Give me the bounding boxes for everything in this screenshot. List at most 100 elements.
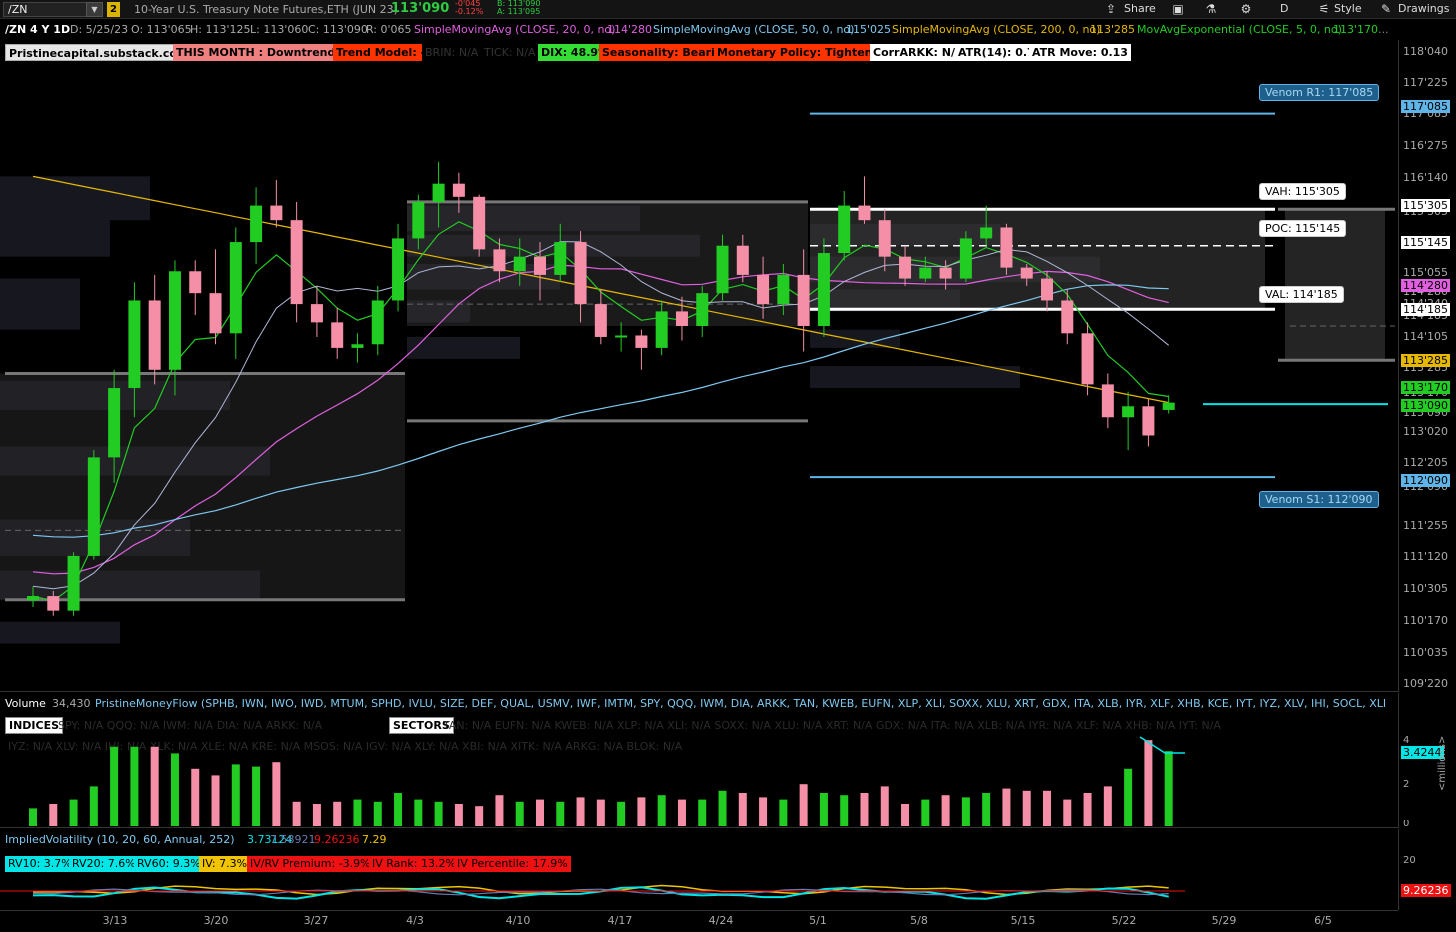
price-scale[interactable]: 118'040 117'225 117'085 116'275 116'140 115'3… xyxy=(1398,40,1456,692)
bar-close: C: 113'090 xyxy=(308,23,368,36)
volume-bar xyxy=(880,786,889,826)
share-icon[interactable]: ⇪ xyxy=(1103,1,1119,17)
volume-bar xyxy=(1022,790,1031,826)
profile-strip xyxy=(0,176,150,221)
candle-body xyxy=(473,196,486,250)
gear-icon[interactable]: ⚙ xyxy=(1238,1,1254,17)
drawings-button[interactable]: Drawings xyxy=(1398,2,1449,15)
candle-body xyxy=(209,293,222,334)
volume-bar xyxy=(738,793,747,826)
sma200-label[interactable]: SimpleMovingAvg (CLOSE, 200, 0, no) xyxy=(892,23,1100,36)
date-tick: 4/17 xyxy=(607,914,633,927)
candle-body xyxy=(939,267,952,279)
price-scale-tag: 115'145 xyxy=(1401,236,1451,249)
date-axis[interactable]: 3/13 3/20 3/27 4/3 4/10 4/17 4/24 5/1 5/8 5/15 5/2… xyxy=(0,910,1398,932)
pencil-icon[interactable]: ✎ xyxy=(1378,1,1394,17)
value-area-zone xyxy=(0,373,405,600)
link-group-badge[interactable]: 2 xyxy=(107,2,120,17)
top-toolbar: /ZN ▼ 2 10-Year U.S. Treasury Note Futur… xyxy=(0,0,1456,19)
price-scale-tick: 109'220 xyxy=(1403,677,1449,690)
iv-badge: RV60: 9.3% xyxy=(134,856,204,872)
candle-body xyxy=(919,267,932,279)
volume-bar xyxy=(536,799,544,826)
iv-badge: IV Percentile: 17.9% xyxy=(454,856,571,872)
volume-bar xyxy=(961,797,970,826)
volume-bar xyxy=(150,746,159,826)
ema5-label[interactable]: MovAvgExponential (CLOSE, 5, 0, no) xyxy=(1137,23,1342,36)
price-panel[interactable] xyxy=(0,40,1398,692)
candle-body xyxy=(1020,267,1033,279)
candle-body xyxy=(858,205,871,221)
candle-body xyxy=(675,311,688,327)
sma200-value: 113'285 xyxy=(1090,23,1136,36)
price-scale-tag: 115'305 xyxy=(1401,199,1451,212)
candle-body xyxy=(817,253,830,327)
style-button[interactable]: Style xyxy=(1334,2,1362,15)
sma20-value: 114'280 xyxy=(607,23,653,36)
timeframe-label[interactable]: /ZN 4 Y 1D xyxy=(5,23,70,36)
volume-chart[interactable] xyxy=(0,693,1398,828)
iv-last-tag: 9.26236 xyxy=(1401,884,1451,897)
iv-value-3: 9.26236 xyxy=(314,833,360,846)
style-icon[interactable]: ⚟ xyxy=(1316,1,1332,17)
sma50-label[interactable]: SimpleMovingAvg (CLOSE, 50, 0, no) xyxy=(653,23,854,36)
date-tick: 6/5 xyxy=(1314,914,1332,927)
iv-panel[interactable]: ImpliedVolatility (10, 20, 60, Annual, 2… xyxy=(0,829,1398,910)
bar-low: L: 113'060 xyxy=(250,23,309,36)
status-badge: Trend Model: -1 xyxy=(333,44,436,61)
ema5-value: 113'170 xyxy=(1333,23,1379,36)
candle-body xyxy=(67,555,80,611)
candle-body xyxy=(148,300,161,370)
volume-bar xyxy=(353,799,362,826)
volume-bar xyxy=(901,804,910,826)
candle-body xyxy=(574,242,587,305)
sma50-value: 115'025 xyxy=(846,23,892,36)
candle-body xyxy=(270,205,283,221)
flask-icon[interactable]: ⚗ xyxy=(1203,1,1219,17)
volume-unit: <millions> xyxy=(1437,735,1448,791)
volume-panel[interactable]: Volume 34,430 PristineMoneyFlow (SPHB, I… xyxy=(0,693,1398,828)
screenshot-icon[interactable]: ▣ xyxy=(1170,1,1186,17)
price-scale-tag: 117'085 xyxy=(1401,100,1451,113)
candle-body xyxy=(1122,406,1135,418)
candle-body xyxy=(392,238,405,301)
aggregation-period-button[interactable]: D xyxy=(1280,2,1288,15)
price-scale-tag: 113'090 xyxy=(1401,399,1451,412)
status-badge: Monetary Policy: Tightening xyxy=(714,44,895,61)
volume-bar xyxy=(49,804,58,826)
candle-body xyxy=(1081,333,1094,385)
share-button[interactable]: Share xyxy=(1124,2,1156,15)
candle-body xyxy=(1061,300,1074,334)
iv-badge: IV: 7.3% xyxy=(199,856,251,872)
price-chart[interactable] xyxy=(0,40,1398,692)
volume-bar xyxy=(211,775,220,826)
iv-study-label[interactable]: ImpliedVolatility (10, 20, 60, Annual, 2… xyxy=(5,833,235,846)
candle-body xyxy=(777,274,790,305)
iv-value-4: 7.29 xyxy=(362,833,387,846)
volume-bar xyxy=(779,799,788,826)
candle-body xyxy=(189,271,202,294)
candle-body xyxy=(229,242,242,334)
volume-bar xyxy=(1164,751,1173,826)
volume-bar xyxy=(414,799,423,826)
vol-scale-2: 2 xyxy=(1403,779,1410,790)
volume-bar xyxy=(394,793,403,826)
volume-bar xyxy=(657,795,666,826)
sma20-label[interactable]: SimpleMovingAvg (CLOSE, 20, 0, no) xyxy=(414,23,615,36)
symbol-dropdown-icon[interactable]: ▼ xyxy=(86,2,103,17)
volume-bar xyxy=(454,804,463,826)
volume-bar xyxy=(1124,768,1133,826)
volume-scale: 4 2 0 3.4244 <millions> xyxy=(1398,693,1456,828)
candle-body xyxy=(27,596,39,601)
price-scale-tick: 112'205 xyxy=(1403,456,1449,469)
candle-body xyxy=(250,205,263,243)
more-studies-button[interactable]: ... xyxy=(1378,23,1389,36)
candle-body xyxy=(331,322,344,348)
bid-ask: B: 113'090 A: 113'095 xyxy=(497,0,540,16)
candle-body xyxy=(412,201,425,239)
volume-bar xyxy=(1063,799,1072,826)
candle-body xyxy=(615,335,628,338)
price-scale-tag: 113'170 xyxy=(1401,381,1451,394)
profile-strip xyxy=(0,220,110,257)
volume-bar xyxy=(617,801,626,826)
